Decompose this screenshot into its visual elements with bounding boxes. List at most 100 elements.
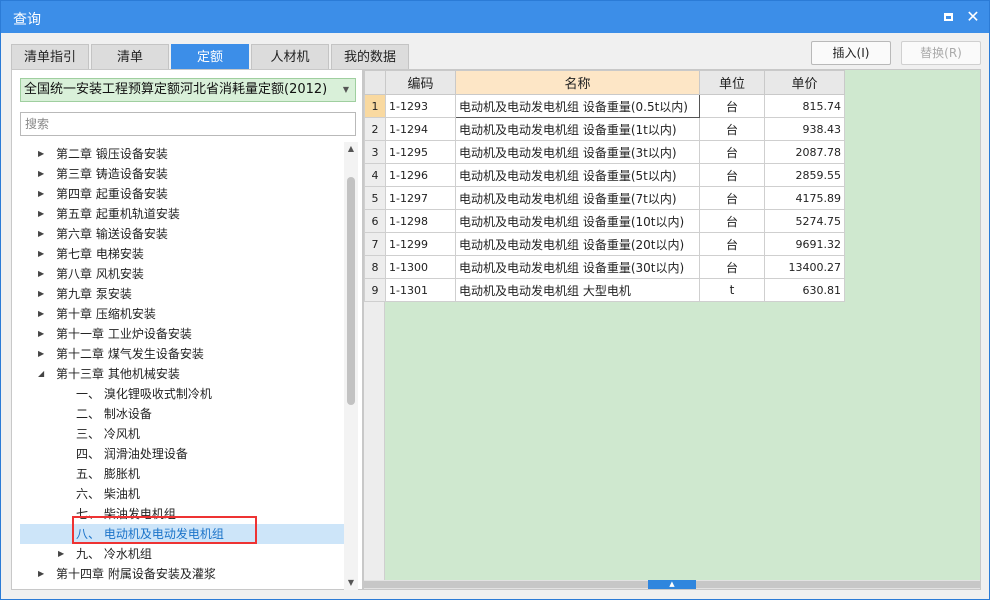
name-cell[interactable]: 电动机及电动发电机组 大型电机 [455, 278, 700, 302]
table-row[interactable]: 5 1-1297 电动机及电动发电机组 设备重量(7t以内) 台 4175.89 [364, 186, 845, 210]
tree-item[interactable]: 八、 电动机及电动发电机组 [20, 524, 344, 544]
tab-my-data[interactable]: 我的数据 [331, 44, 409, 70]
insert-button[interactable]: 插入(I) [811, 41, 891, 65]
code-cell[interactable]: 1-1299 [385, 232, 456, 256]
tree-item[interactable]: ▶ 第十二章 煤气发生设备安装 [20, 344, 344, 364]
collapsed-arrow-icon[interactable]: ▶ [38, 144, 48, 164]
table-row[interactable]: 4 1-1296 电动机及电动发电机组 设备重量(5t以内) 台 2859.55 [364, 163, 845, 187]
collapsed-arrow-icon[interactable]: ▶ [38, 344, 48, 364]
tab-labor-material[interactable]: 人材机 [251, 44, 329, 70]
name-cell[interactable]: 电动机及电动发电机组 设备重量(3t以内) [455, 140, 700, 164]
code-cell[interactable]: 1-1297 [385, 186, 456, 210]
row-number[interactable]: 6 [364, 209, 386, 233]
collapsed-arrow-icon[interactable]: ▶ [38, 264, 48, 284]
tree-item[interactable]: 六、 柴油机 [20, 484, 344, 504]
code-cell[interactable]: 1-1298 [385, 209, 456, 233]
name-cell[interactable]: 电动机及电动发电机组 设备重量(7t以内) [455, 186, 700, 210]
price-cell[interactable]: 2087.78 [764, 140, 845, 164]
price-cell[interactable]: 4175.89 [764, 186, 845, 210]
tree-item[interactable]: ▶ 第十章 压缩机安装 [20, 304, 344, 324]
collapsed-arrow-icon[interactable]: ▶ [38, 204, 48, 224]
unit-cell[interactable]: 台 [699, 117, 765, 141]
code-cell[interactable]: 1-1301 [385, 278, 456, 302]
tree-item[interactable]: 四、 润滑油处理设备 [20, 444, 344, 464]
tree-item[interactable]: ▶ 第九章 泵安装 [20, 284, 344, 304]
name-cell[interactable]: 电动机及电动发电机组 设备重量(1t以内) [455, 117, 700, 141]
library-select[interactable]: 全国统一安装工程预算定额河北省消耗量定额(2012) ▼ [20, 78, 356, 102]
tab-bill-guide[interactable]: 清单指引 [11, 44, 89, 70]
collapse-handle-icon[interactable]: ▲ [648, 580, 696, 589]
tree-item[interactable]: ▶ 第五章 起重机轨道安装 [20, 204, 344, 224]
unit-cell[interactable]: 台 [699, 232, 765, 256]
collapsed-arrow-icon[interactable]: ▶ [58, 544, 68, 564]
price-cell[interactable]: 630.81 [764, 278, 845, 302]
maximize-button[interactable] [938, 7, 958, 27]
replace-button[interactable]: 替换(R) [901, 41, 981, 65]
collapsed-arrow-icon[interactable]: ▶ [38, 564, 48, 584]
table-row[interactable]: 8 1-1300 电动机及电动发电机组 设备重量(30t以内) 台 13400.27 [364, 255, 845, 279]
collapsed-arrow-icon[interactable]: ▶ [38, 284, 48, 304]
unit-cell[interactable]: 台 [699, 163, 765, 187]
price-cell[interactable]: 938.43 [764, 117, 845, 141]
tree-item[interactable]: ▶ 第十一章 工业炉设备安装 [20, 324, 344, 344]
column-header-price[interactable]: 单价 [764, 70, 845, 95]
column-header-name[interactable]: 名称 [455, 70, 700, 95]
column-header-unit[interactable]: 单位 [699, 70, 765, 95]
price-cell[interactable]: 9691.32 [764, 232, 845, 256]
name-cell[interactable]: 电动机及电动发电机组 设备重量(5t以内) [455, 163, 700, 187]
tree-item[interactable]: ▶ 九、 冷水机组 [20, 544, 344, 564]
table-row[interactable]: 1 1-1293 电动机及电动发电机组 设备重量(0.5t以内) 台 815.74 [364, 94, 845, 118]
code-cell[interactable]: 1-1293 [385, 94, 456, 118]
code-cell[interactable]: 1-1295 [385, 140, 456, 164]
tree-item[interactable]: 三、 冷风机 [20, 424, 344, 444]
table-row[interactable]: 3 1-1295 电动机及电动发电机组 设备重量(3t以内) 台 2087.78 [364, 140, 845, 164]
tree-item[interactable]: 二、 制冰设备 [20, 404, 344, 424]
row-number[interactable]: 5 [364, 186, 386, 210]
tree-item[interactable]: ◢ 第十三章 其他机械安装 [20, 364, 344, 384]
tab-bill[interactable]: 清单 [91, 44, 169, 70]
tree-item[interactable]: ▶ 第七章 电梯安装 [20, 244, 344, 264]
name-cell[interactable]: 电动机及电动发电机组 设备重量(10t以内) [455, 209, 700, 233]
code-cell[interactable]: 1-1300 [385, 255, 456, 279]
row-number[interactable]: 8 [364, 255, 386, 279]
tab-quota[interactable]: 定额 [171, 44, 249, 70]
row-number[interactable]: 1 [364, 94, 386, 118]
collapsed-arrow-icon[interactable]: ▶ [38, 164, 48, 184]
table-row[interactable]: 9 1-1301 电动机及电动发电机组 大型电机 t 630.81 [364, 278, 845, 302]
scroll-up-icon[interactable]: ▲ [344, 142, 358, 156]
price-cell[interactable]: 815.74 [764, 94, 845, 118]
tree-vertical-scrollbar[interactable]: ▲ ▼ [344, 142, 358, 590]
tree-item[interactable]: 七、 柴油发电机组 [20, 504, 344, 524]
scroll-down-icon[interactable]: ▼ [344, 576, 358, 590]
name-cell[interactable]: 电动机及电动发电机组 设备重量(30t以内) [455, 255, 700, 279]
price-cell[interactable]: 13400.27 [764, 255, 845, 279]
expanded-arrow-icon[interactable]: ◢ [38, 364, 48, 384]
row-number[interactable]: 7 [364, 232, 386, 256]
collapsed-arrow-icon[interactable]: ▶ [38, 184, 48, 204]
collapsed-arrow-icon[interactable]: ▶ [38, 324, 48, 344]
tree-item[interactable]: ▶ 第八章 风机安装 [20, 264, 344, 284]
title-bar[interactable]: 查询 ✕ [1, 1, 989, 33]
unit-cell[interactable]: 台 [699, 255, 765, 279]
code-cell[interactable]: 1-1296 [385, 163, 456, 187]
row-number[interactable]: 4 [364, 163, 386, 187]
column-header-code[interactable]: 编码 [385, 70, 456, 95]
unit-cell[interactable]: t [699, 278, 765, 302]
table-row[interactable]: 6 1-1298 电动机及电动发电机组 设备重量(10t以内) 台 5274.75 [364, 209, 845, 233]
unit-cell[interactable]: 台 [699, 140, 765, 164]
grid-horizontal-scrollbar[interactable]: ▲ [364, 580, 980, 589]
tree-item[interactable]: 一、 溴化锂吸收式制冷机 [20, 384, 344, 404]
table-row[interactable]: 7 1-1299 电动机及电动发电机组 设备重量(20t以内) 台 9691.32 [364, 232, 845, 256]
collapsed-arrow-icon[interactable]: ▶ [38, 304, 48, 324]
price-cell[interactable]: 5274.75 [764, 209, 845, 233]
code-cell[interactable]: 1-1294 [385, 117, 456, 141]
name-cell[interactable]: 电动机及电动发电机组 设备重量(0.5t以内) [455, 94, 700, 118]
tree-item[interactable]: ▶ 第二章 锻压设备安装 [20, 144, 344, 164]
unit-cell[interactable]: 台 [699, 94, 765, 118]
price-cell[interactable]: 2859.55 [764, 163, 845, 187]
scroll-thumb[interactable] [347, 177, 355, 405]
tree-item[interactable]: ▶ 第六章 输送设备安装 [20, 224, 344, 244]
unit-cell[interactable]: 台 [699, 209, 765, 233]
collapsed-arrow-icon[interactable]: ▶ [38, 244, 48, 264]
close-button[interactable]: ✕ [963, 7, 983, 27]
